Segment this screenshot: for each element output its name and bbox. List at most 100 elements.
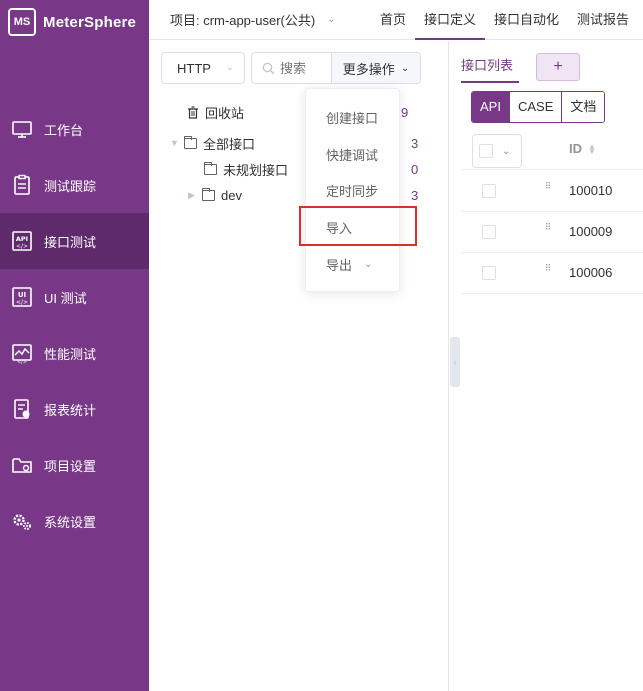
folder-icon (202, 187, 215, 201)
svg-text:UI: UI (18, 291, 26, 299)
sidebar-item-label: 工作台 (44, 122, 84, 138)
project-label: 项目: crm-app-user(公共) (170, 13, 316, 28)
sidebar-item-project-settings[interactable]: 项目设置 (0, 437, 149, 493)
row-checkbox[interactable] (482, 266, 496, 280)
svg-text:</>: </> (16, 243, 28, 250)
chevron-down-icon: ⌄ (225, 62, 234, 73)
top-nav: 首页 接口定义 接口自动化 测试报告 (371, 0, 638, 40)
select-all-checkbox[interactable] (479, 144, 493, 158)
chevron-down-icon: ⌄ (364, 258, 373, 270)
segment-api[interactable]: API (472, 92, 510, 122)
menu-item-scheduled-sync[interactable]: 定时同步 (306, 172, 399, 208)
tree-node-label: 回收站 (205, 105, 245, 121)
tab-api-list[interactable]: 接口列表 (461, 53, 519, 83)
folder-icon (204, 161, 217, 175)
project-selector[interactable]: 项目: crm-app-user(公共) ⌄ (149, 10, 371, 29)
import-highlight-box (299, 206, 417, 246)
sidebar-item-test-tracking[interactable]: 测试跟踪 (0, 157, 149, 213)
tree-node-all[interactable]: ▼ 全部接口 (170, 132, 255, 154)
sidebar-item-reports[interactable]: 报表统计 (0, 381, 149, 437)
sort-icon[interactable]: ▲ ▼ (588, 142, 596, 155)
svg-text:</>: </> (16, 299, 28, 306)
add-tab-button[interactable]: + (536, 53, 580, 81)
select-all-dropdown[interactable]: ⌄ (472, 134, 522, 168)
menu-item-quick-debug[interactable]: 快捷调试 (306, 136, 399, 172)
monitor-icon (11, 118, 33, 140)
caret-down-icon[interactable]: ▼ (170, 138, 179, 148)
sidebar-item-label: UI 测试 (44, 290, 87, 306)
segment-case[interactable]: CASE (509, 92, 563, 122)
chevron-down-icon: ⌄ (400, 62, 410, 74)
table-header: ⌄ ID ▲ ▼ (461, 130, 643, 170)
tree-node-count: 0 (411, 162, 419, 177)
table-row[interactable]: ⁝⁝ 100006 (461, 253, 643, 294)
search-box (251, 52, 331, 84)
nav-home[interactable]: 首页 (371, 0, 415, 40)
row-id: 100006 (569, 265, 613, 280)
search-input[interactable] (280, 60, 320, 76)
nav-api-definition[interactable]: 接口定义 (415, 0, 486, 40)
sidebar-item-performance[interactable]: </> 性能测试 (0, 325, 149, 381)
sidebar-item-system-settings[interactable]: 系统设置 (0, 493, 149, 549)
tree-node-recycle[interactable]: 回收站 (187, 101, 244, 123)
gears-icon (11, 510, 33, 532)
tree-node-count: 3 (411, 136, 419, 151)
tree-node-label: 未规划接口 (223, 162, 289, 178)
drag-handle-icon[interactable]: ⁝⁝ (545, 263, 555, 274)
table-row[interactable]: ⁝⁝ 100009 (461, 212, 643, 253)
drag-handle-icon[interactable]: ⁝⁝ (545, 222, 555, 233)
tree-node-dev[interactable]: ▶ dev (188, 184, 242, 206)
sidebar-item-label: 接口测试 (44, 234, 97, 250)
protocol-select[interactable]: HTTP ⌄ (161, 52, 245, 84)
report-icon (11, 398, 33, 420)
sidebar-item-workbench[interactable]: 工作台 (0, 101, 149, 157)
id-column-header[interactable]: ID ▲ ▼ (569, 141, 596, 156)
performance-icon: </> (11, 342, 33, 364)
more-actions-label: 更多操作 (342, 61, 395, 77)
sidebar: MS MeterSphere 工作台 测试跟踪 API </> 接口测试 UI </… (0, 0, 149, 691)
menu-item-label: 导出 (326, 257, 353, 273)
more-actions-dropdown: 创建接口 快捷调试 定时同步 导入 导出 ⌄ (305, 88, 400, 292)
module-tree-panel: HTTP ⌄ 更多操作 ⌄ 回收站 9 ▼ 全部接口 3 未规划接口 0 ▶ d… (149, 41, 449, 691)
panel-splitter[interactable]: ‹ (450, 337, 460, 387)
clipboard-icon (11, 174, 33, 196)
chevron-left-icon: ‹ (453, 356, 457, 368)
segment-doc[interactable]: 文档 (562, 92, 605, 122)
tree-node-label: dev (221, 187, 242, 203)
trash-icon (188, 105, 198, 119)
sidebar-item-ui-test[interactable]: UI </> UI 测试 (0, 269, 149, 325)
ui-icon: UI </> (11, 286, 33, 308)
more-actions-button[interactable]: 更多操作 ⌄ (331, 52, 421, 84)
app-name: MeterSphere (43, 13, 137, 31)
sidebar-menu: 工作台 测试跟踪 API </> 接口测试 UI </> UI 测试 </> 性能测… (0, 101, 149, 549)
app-logo[interactable]: MS MeterSphere (0, 0, 149, 44)
sidebar-item-label: 报表统计 (44, 402, 97, 418)
row-checkbox[interactable] (482, 225, 496, 239)
svg-text:</>: </> (17, 360, 27, 365)
api-icon: API </> (11, 230, 33, 252)
tree-node-count: 9 (401, 105, 409, 120)
tree-node-unplanned[interactable]: 未规划接口 (204, 158, 288, 180)
protocol-value: HTTP (177, 60, 211, 76)
menu-item-export[interactable]: 导出 ⌄ (306, 246, 399, 282)
tree-node-label: 全部接口 (203, 136, 256, 152)
table-row[interactable]: ⁝⁝ 100010 (461, 171, 643, 212)
row-id: 100009 (569, 224, 613, 239)
caret-right-icon[interactable]: ▶ (188, 190, 196, 201)
tree-node-count: 3 (411, 188, 419, 203)
sidebar-item-api-test[interactable]: API </> 接口测试 (0, 213, 149, 269)
sidebar-item-label: 性能测试 (44, 346, 97, 362)
drag-handle-icon[interactable]: ⁝⁝ (545, 181, 555, 192)
svg-text:API: API (16, 235, 28, 243)
menu-item-create-api[interactable]: 创建接口 (306, 99, 399, 135)
folder-icon (184, 135, 197, 149)
logo-mark-icon: MS (8, 8, 36, 36)
api-list-panel: 接口列表 + API CASE 文档 ⌄ ID ▲ ▼ ⁝⁝ 100010 ⁝⁝ … (461, 41, 643, 691)
sidebar-item-label: 测试跟踪 (44, 178, 97, 194)
row-id: 100010 (569, 183, 613, 198)
row-checkbox[interactable] (482, 184, 496, 198)
nav-api-automation[interactable]: 接口自动化 (485, 0, 568, 40)
nav-test-report[interactable]: 测试报告 (568, 0, 638, 40)
folder-settings-icon (11, 454, 33, 476)
view-segment: API CASE 文档 (471, 91, 606, 123)
